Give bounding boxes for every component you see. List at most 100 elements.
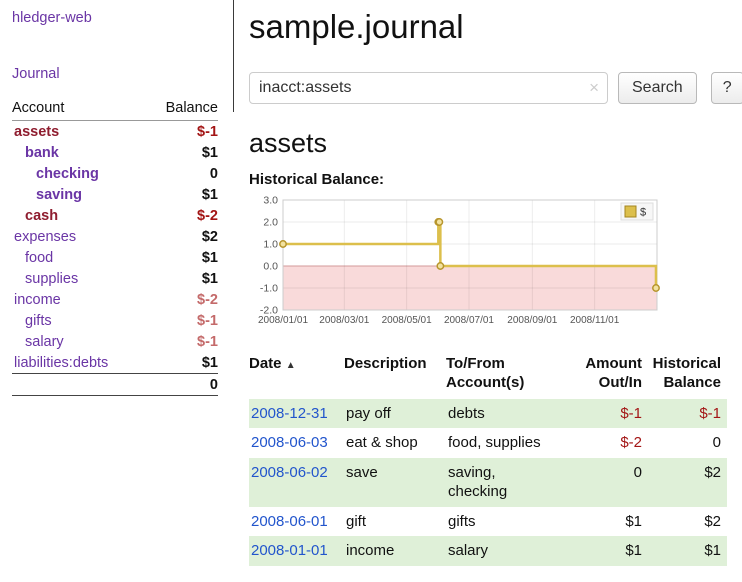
- account-row: supplies$1: [12, 268, 218, 289]
- account-row: cash $-2: [12, 205, 218, 226]
- account-balance: $1: [145, 142, 218, 163]
- accounts-header-row: Account Balance: [12, 98, 218, 121]
- search-input[interactable]: [249, 72, 608, 104]
- account-link[interactable]: salary: [25, 334, 64, 350]
- account-balance: 0: [145, 163, 218, 184]
- help-button[interactable]: ?: [711, 72, 742, 104]
- transaction-date-link[interactable]: 2008-01-01: [251, 542, 328, 559]
- svg-text:2008/11/01: 2008/11/01: [570, 315, 620, 326]
- account-row: checking 0: [12, 163, 218, 184]
- accounts-total-balance: 0: [145, 374, 218, 396]
- register-balance-cell: $2: [648, 507, 727, 537]
- svg-text:2008/03/01: 2008/03/01: [319, 315, 369, 326]
- svg-text:-1.0: -1.0: [260, 283, 278, 295]
- account-name-cell: assets: [12, 121, 145, 143]
- account-balance: $-1: [145, 121, 218, 143]
- register-row: 2008-06-02savesaving, checking0$2: [249, 458, 727, 507]
- chart-title: Historical Balance:: [249, 171, 742, 188]
- register-account-cell: gifts: [446, 507, 578, 537]
- account-link[interactable]: food: [25, 250, 53, 266]
- account-link[interactable]: income: [14, 292, 61, 308]
- register-account-cell: saving, checking: [446, 458, 578, 507]
- register-date-cell: 2008-06-02: [249, 458, 344, 507]
- register-balance-cell: $1: [648, 536, 727, 566]
- register-amount-cell: $1: [578, 507, 648, 537]
- account-link[interactable]: assets: [14, 124, 59, 140]
- register-header-date-label[interactable]: Date: [249, 355, 282, 372]
- register-balance-cell: $-1: [648, 399, 727, 429]
- sidebar-divider: [233, 0, 234, 112]
- register-row: 2008-12-31pay offdebts$-1$-1: [249, 399, 727, 429]
- register-description-cell: gift: [344, 507, 446, 537]
- app-title-link[interactable]: hledger-web: [12, 10, 223, 26]
- svg-text:2008/07/01: 2008/07/01: [444, 315, 494, 326]
- balance-chart: 3.02.01.00.0-1.0-2.02008/01/012008/03/01…: [249, 192, 669, 344]
- page-title: sample.journal: [249, 8, 742, 46]
- register-amount-cell: $-1: [578, 399, 648, 429]
- account-name-cell: income: [12, 289, 145, 310]
- accounts-table: Account Balance assets $-1 bank $1 checking 0…: [12, 98, 218, 396]
- account-link[interactable]: checking: [36, 166, 99, 182]
- svg-text:2.0: 2.0: [263, 217, 278, 229]
- account-link[interactable]: bank: [25, 145, 59, 161]
- svg-text:2008/01/01: 2008/01/01: [258, 315, 308, 326]
- account-link[interactable]: liabilities:debts: [14, 355, 108, 371]
- account-name-cell: saving: [12, 184, 145, 205]
- transaction-date-link[interactable]: 2008-06-02: [251, 464, 328, 481]
- register-header-balance: Historical Balance: [648, 352, 727, 399]
- register-header-account: To/From Account(s): [446, 352, 578, 399]
- account-name-cell: liabilities:debts: [12, 352, 145, 374]
- account-row: bank $1: [12, 142, 218, 163]
- register-amount-cell: $1: [578, 536, 648, 566]
- account-name-cell: food: [12, 247, 145, 268]
- account-name-cell: bank: [12, 142, 145, 163]
- transaction-date-link[interactable]: 2008-12-31: [251, 405, 328, 422]
- account-row: expenses$2: [12, 226, 218, 247]
- register-header-amount: Amount Out/In: [578, 352, 648, 399]
- svg-text:0.0: 0.0: [263, 261, 278, 273]
- accounts-total-row: 0: [12, 374, 218, 396]
- account-balance: $-1: [145, 331, 218, 352]
- accounts-header-balance: Balance: [145, 98, 218, 121]
- svg-text:2008/05/01: 2008/05/01: [382, 315, 432, 326]
- account-balance: $-2: [145, 289, 218, 310]
- app: hledger-web Journal Account Balance asse…: [0, 0, 742, 566]
- accounts-total-spacer: [12, 374, 145, 396]
- account-link[interactable]: saving: [36, 187, 82, 203]
- account-row: income $-2: [12, 289, 218, 310]
- account-link[interactable]: cash: [25, 208, 58, 224]
- transaction-date-link[interactable]: 2008-06-03: [251, 434, 328, 451]
- account-name-cell: expenses: [12, 226, 145, 247]
- account-name-cell: cash: [12, 205, 145, 226]
- register-header-date: Date ▲: [249, 352, 344, 399]
- register-header-row: Date ▲ Description To/From Account(s) Am…: [249, 352, 727, 399]
- register-description-cell: pay off: [344, 399, 446, 429]
- register-balance-cell: 0: [648, 428, 727, 458]
- register-account-cell: salary: [446, 536, 578, 566]
- account-balance: $1: [145, 184, 218, 205]
- accounts-body: assets$-1bank$1checking0saving$1cash$-2e…: [12, 121, 218, 374]
- account-balance: $1: [145, 352, 218, 374]
- account-balance: $-2: [145, 205, 218, 226]
- register-date-cell: 2008-06-03: [249, 428, 344, 458]
- register-balance-cell: $2: [648, 458, 727, 507]
- clear-search-icon[interactable]: ×: [589, 78, 599, 98]
- register-row: 2008-01-01incomesalary$1$1: [249, 536, 727, 566]
- account-link[interactable]: gifts: [25, 313, 52, 329]
- svg-text:1.0: 1.0: [263, 239, 278, 251]
- svg-text:3.0: 3.0: [263, 195, 278, 207]
- register-description-cell: save: [344, 458, 446, 507]
- sort-asc-icon[interactable]: ▲: [286, 360, 296, 371]
- account-row: food$1: [12, 247, 218, 268]
- search-bar: × Search ?: [249, 72, 742, 104]
- journal-link[interactable]: Journal: [12, 66, 223, 82]
- account-row: gifts$-1: [12, 310, 218, 331]
- register-account-cell: food, supplies: [446, 428, 578, 458]
- transaction-date-link[interactable]: 2008-06-01: [251, 513, 328, 530]
- main-panel: sample.journal × Search ? assets Histori…: [233, 0, 742, 566]
- account-link[interactable]: supplies: [25, 271, 78, 287]
- account-link[interactable]: expenses: [14, 229, 76, 245]
- account-row: saving $1: [12, 184, 218, 205]
- search-button[interactable]: Search: [618, 72, 697, 104]
- register-date-cell: 2008-06-01: [249, 507, 344, 537]
